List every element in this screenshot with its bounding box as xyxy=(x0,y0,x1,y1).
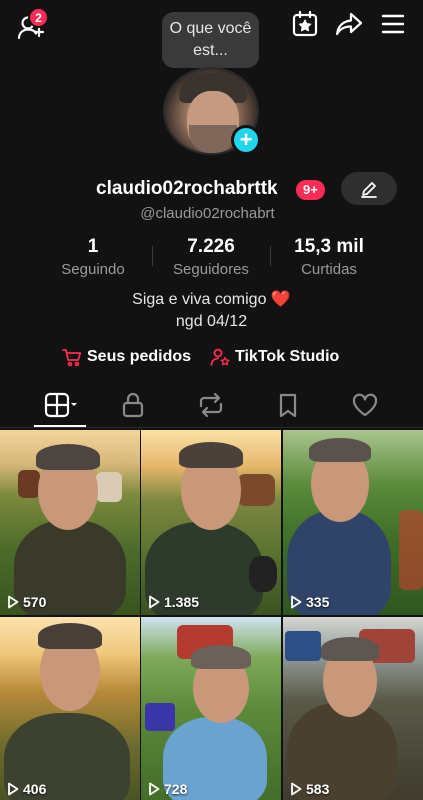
profile-links: Seus pedidos TikTok Studio xyxy=(0,347,423,369)
tab-reposts[interactable] xyxy=(196,390,226,420)
bio-line-1: Siga e viva comigo ❤️ xyxy=(132,291,291,308)
share-icon[interactable] xyxy=(335,10,363,38)
notification-count-badge: 2 xyxy=(28,7,49,28)
edit-profile-button[interactable] xyxy=(341,172,397,205)
stats-divider xyxy=(270,246,271,266)
play-icon xyxy=(149,782,160,796)
stat-following-label: Seguindo xyxy=(61,261,125,278)
play-icon xyxy=(8,782,19,796)
content-tabs xyxy=(0,382,423,428)
view-count: 570 xyxy=(7,594,46,610)
studio-link-label: TikTok Studio xyxy=(235,348,340,365)
user-star-icon xyxy=(210,348,230,366)
stats-divider xyxy=(152,246,153,266)
menu-icon[interactable] xyxy=(379,10,407,38)
active-tab-indicator xyxy=(34,425,86,427)
tab-private[interactable] xyxy=(118,390,148,420)
tab-videos[interactable] xyxy=(42,390,80,420)
video-grid: 570 1.385 335 406 728 583 xyxy=(0,430,423,800)
studio-link[interactable]: TikTok Studio xyxy=(210,347,339,367)
repost-icon xyxy=(199,392,223,418)
cart-icon xyxy=(62,349,82,367)
orders-link[interactable]: Seus pedidos xyxy=(62,347,191,367)
play-icon xyxy=(8,595,19,609)
tab-liked[interactable] xyxy=(350,390,380,420)
stat-followers-label: Seguidores xyxy=(173,261,249,278)
profile-handle: @claudio02rochabrt xyxy=(140,205,275,222)
video-thumbnail[interactable]: 728 xyxy=(141,617,281,800)
status-bubble[interactable]: O que você est... xyxy=(162,12,259,76)
view-count: 1.385 xyxy=(148,594,199,610)
tab-favorites[interactable] xyxy=(273,390,303,420)
bio: Siga e viva comigo ❤️ ngd 04/12 xyxy=(0,289,423,333)
play-icon xyxy=(149,595,160,609)
video-thumbnail[interactable]: 335 xyxy=(283,430,423,615)
video-thumbnail[interactable]: 570 xyxy=(0,430,140,615)
stat-likes[interactable]: 15,3 mil Curtidas xyxy=(283,236,375,278)
avatar-beard xyxy=(189,125,237,153)
stat-followers[interactable]: 7.226 Seguidores xyxy=(163,236,259,278)
view-count: 406 xyxy=(7,781,46,797)
video-thumbnail[interactable]: 406 xyxy=(0,617,140,800)
stats-row: 1 Seguindo 7.226 Seguidores 15,3 mil Cur… xyxy=(0,236,423,280)
view-count: 583 xyxy=(290,781,329,797)
stat-likes-label: Curtidas xyxy=(301,261,357,278)
username: claudio02rochabrttk xyxy=(96,178,278,199)
play-icon xyxy=(291,595,302,609)
add-story-plus-icon[interactable]: + xyxy=(231,125,261,155)
bio-line-2: ngd 04/12 xyxy=(175,313,248,330)
play-icon xyxy=(291,782,302,796)
video-thumbnail[interactable]: 583 xyxy=(283,617,423,800)
stat-following-value: 1 xyxy=(87,236,99,257)
bookmark-icon xyxy=(279,393,297,418)
calendar-star-icon[interactable] xyxy=(291,10,319,38)
orders-link-label: Seus pedidos xyxy=(87,348,192,365)
video-thumbnail[interactable]: 1.385 xyxy=(141,430,281,615)
stat-likes-value: 15,3 mil xyxy=(294,236,364,257)
message-count-badge[interactable]: 9+ xyxy=(296,180,325,200)
lock-icon xyxy=(122,392,144,418)
view-count: 728 xyxy=(148,781,187,797)
stat-following[interactable]: 1 Seguindo xyxy=(55,236,131,278)
pencil-icon xyxy=(361,181,377,198)
grid-icon xyxy=(44,392,77,418)
stat-followers-value: 7.226 xyxy=(187,236,235,257)
view-count: 335 xyxy=(290,594,329,610)
heart-icon xyxy=(352,393,378,417)
